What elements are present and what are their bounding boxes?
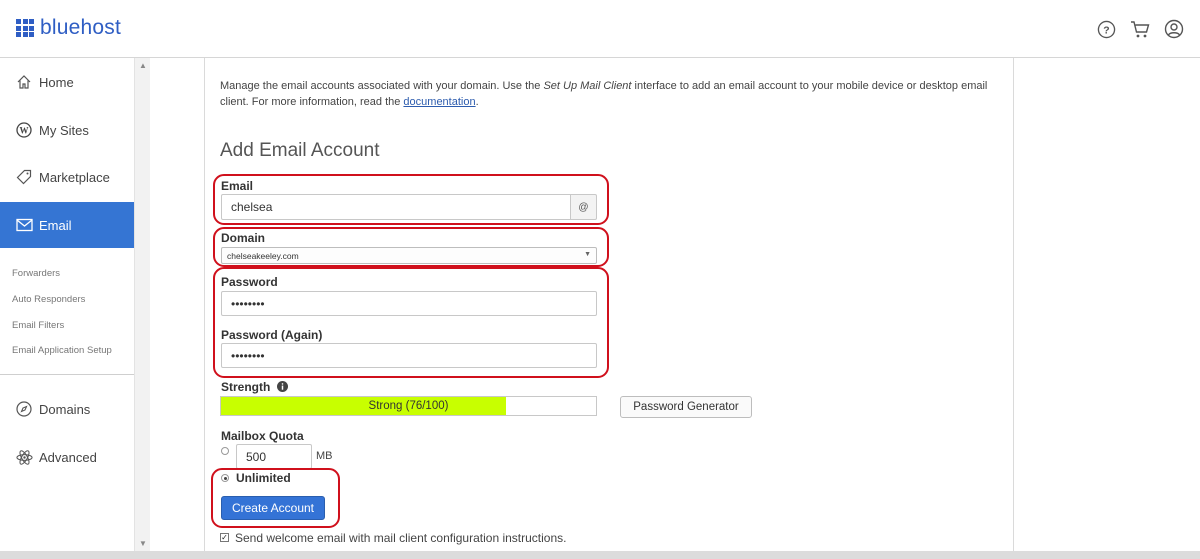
password-generator-button[interactable]: Password Generator (620, 396, 752, 418)
scroll-down-arrow-icon[interactable]: ▼ (139, 539, 147, 548)
password-highlight-box (213, 267, 609, 378)
welcome-email-label: Send welcome email with mail client conf… (235, 531, 567, 545)
atom-icon (15, 448, 33, 466)
quota-unit: MB (316, 450, 333, 462)
user-account-icon[interactable] (1164, 19, 1184, 39)
scroll-up-arrow-icon[interactable]: ▲ (139, 61, 147, 70)
sidebar-item-label: Advanced (39, 449, 97, 465)
cart-icon[interactable] (1130, 19, 1150, 39)
sidebar-item-advanced[interactable]: Advanced (0, 434, 134, 480)
sidebar-divider (0, 374, 134, 375)
domain-highlight-box (213, 227, 609, 267)
email-highlight-box (213, 174, 609, 225)
sidebar-item-label: My Sites (39, 122, 89, 138)
password-strength-meter: Strong (76/100) (220, 396, 597, 416)
sidebar-item-label: Marketplace (39, 169, 110, 185)
set-up-mail-client-reference: Set Up Mail Client (543, 80, 632, 92)
sidebar-item-email[interactable]: Email (0, 202, 134, 248)
sidebar-item-home[interactable]: Home (0, 59, 134, 105)
sidebar: Home W My Sites Marketplace Email Forwar… (0, 58, 134, 551)
documentation-link[interactable]: documentation (403, 96, 475, 108)
sidebar-subitem-forwarders[interactable]: Forwarders (12, 268, 60, 279)
sidebar-item-label: Home (39, 74, 74, 90)
quota-input-value: 500 (246, 449, 267, 464)
sidebar-subitem-email-filters[interactable]: Email Filters (12, 320, 64, 331)
mailbox-quota-label: Mailbox Quota (221, 429, 304, 443)
sidebar-subitem-email-application-setup[interactable]: Email Application Setup (12, 345, 112, 356)
quota-limited-radio[interactable] (221, 447, 229, 455)
svg-text:?: ? (1103, 25, 1109, 36)
sidebar-item-marketplace[interactable]: Marketplace (0, 154, 134, 200)
info-icon[interactable] (276, 381, 288, 392)
create-account-highlight-box (211, 468, 340, 528)
intro-text: Manage the email accounts associated wit… (220, 80, 988, 108)
wordpress-icon: W (15, 121, 33, 139)
content-panel-left-border (204, 58, 205, 551)
strength-label: Strength (221, 380, 288, 394)
sidebar-item-my-sites[interactable]: W My Sites (0, 107, 134, 153)
svg-text:W: W (20, 126, 29, 136)
quota-input[interactable]: 500 (236, 444, 312, 469)
content-panel-right-border (1013, 58, 1014, 551)
sidebar-item-label: Domains (39, 401, 91, 417)
compass-icon (15, 400, 33, 418)
sidebar-item-domains[interactable]: Domains (0, 386, 134, 432)
bluehost-logo[interactable]: bluehost (16, 16, 121, 40)
home-icon (15, 73, 33, 91)
envelope-icon (15, 216, 33, 234)
brand-name: bluehost (40, 16, 121, 39)
welcome-email-checkbox[interactable]: ✓ (220, 533, 229, 542)
sidebar-item-label: Email (39, 217, 72, 233)
page-horizontal-scrollbar[interactable] (0, 551, 1200, 559)
sidebar-subitem-auto-responders[interactable]: Auto Responders (12, 294, 85, 305)
tag-icon (15, 168, 33, 186)
top-header: bluehost ? (0, 0, 1200, 58)
sidebar-scrollbar[interactable]: ▲ ▼ (134, 58, 150, 551)
page-title: Add Email Account (220, 140, 380, 161)
logo-grid-icon (16, 19, 34, 37)
help-icon[interactable]: ? (1096, 19, 1116, 39)
strength-meter-text: Strong (76/100) (368, 400, 449, 412)
